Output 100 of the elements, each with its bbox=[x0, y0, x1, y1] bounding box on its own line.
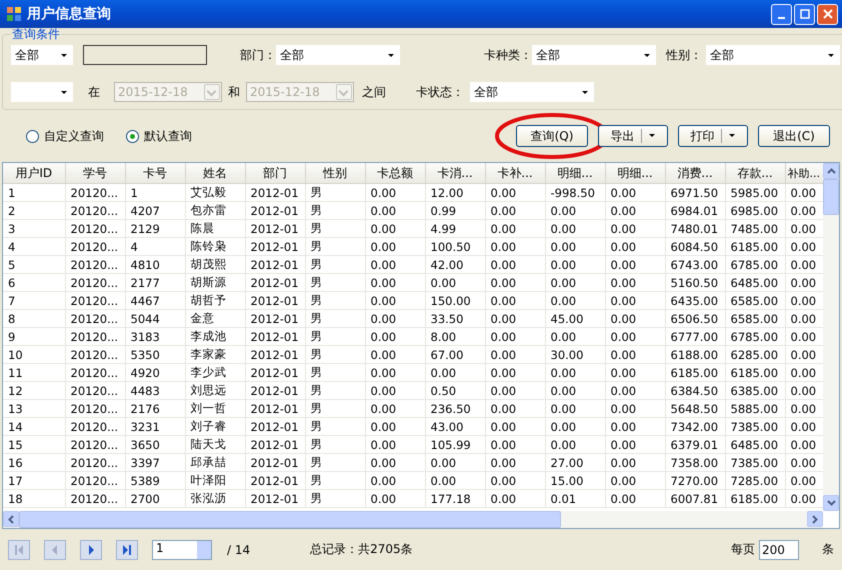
table-cell: 20120... bbox=[65, 400, 125, 418]
last-page-button[interactable] bbox=[116, 540, 138, 560]
column-header[interactable]: 用户ID bbox=[3, 163, 65, 184]
scroll-thumb[interactable] bbox=[19, 511, 561, 528]
table-cell: -998.50 bbox=[545, 184, 605, 202]
table-cell: 4467 bbox=[125, 292, 185, 310]
table-cell: 男 bbox=[305, 436, 365, 454]
table-cell: 2012-01 bbox=[245, 220, 305, 238]
table-cell: 0.00 bbox=[485, 418, 545, 436]
vertical-scrollbar[interactable] bbox=[823, 163, 839, 511]
department-dropdown[interactable]: 全部 bbox=[276, 45, 400, 65]
column-header[interactable]: 存款... bbox=[725, 163, 785, 184]
radio-option[interactable]: 默认查询 bbox=[126, 128, 192, 144]
table-cell: 5160.50 bbox=[665, 274, 725, 292]
column-header[interactable]: 部门 bbox=[245, 163, 305, 184]
table-cell: 20120... bbox=[65, 184, 125, 202]
table-cell: 14 bbox=[3, 418, 65, 436]
column-header[interactable]: 消费... bbox=[665, 163, 725, 184]
table-cell: 2129 bbox=[125, 220, 185, 238]
split-button[interactable]: 打印 bbox=[678, 125, 748, 147]
split-button[interactable]: 导出 bbox=[598, 125, 668, 147]
table-cell: 2012-01 bbox=[245, 292, 305, 310]
table-cell: 0.00 bbox=[485, 436, 545, 454]
table-cell: 0.00 bbox=[605, 238, 665, 256]
table-cell: 男 bbox=[305, 274, 365, 292]
close-icon bbox=[822, 9, 832, 19]
table-cell: 8 bbox=[3, 310, 65, 328]
table-cell: 0.00 bbox=[545, 238, 605, 256]
maximize-button[interactable] bbox=[794, 4, 815, 24]
table-cell: 2012-01 bbox=[245, 310, 305, 328]
table-cell: 6007.81 bbox=[665, 490, 725, 508]
table-cell: 20120... bbox=[65, 328, 125, 346]
column-header[interactable]: 卡补... bbox=[485, 163, 545, 184]
table-cell: 10 bbox=[3, 346, 65, 364]
column-header[interactable]: 性别 bbox=[305, 163, 365, 184]
column-header[interactable]: 卡总额 bbox=[365, 163, 425, 184]
table-cell: 6485.00 bbox=[725, 436, 785, 454]
table-cell: 3 bbox=[3, 220, 65, 238]
table-cell: 0.00 bbox=[545, 274, 605, 292]
table-cell: 0.00 bbox=[605, 490, 665, 508]
total-pages-text: / 14 bbox=[227, 542, 250, 556]
table-cell: 0.00 bbox=[365, 400, 425, 418]
page-number-field[interactable]: 1 bbox=[152, 540, 212, 560]
table-cell: 男 bbox=[305, 238, 365, 256]
column-header[interactable]: 补助... bbox=[785, 163, 823, 184]
horizontal-scrollbar[interactable] bbox=[3, 511, 823, 528]
card-status-dropdown[interactable]: 全部 bbox=[470, 82, 594, 102]
column-header[interactable]: 卡号 bbox=[125, 163, 185, 184]
table-cell: 3231 bbox=[125, 418, 185, 436]
card-type-label: 卡种类： bbox=[484, 46, 532, 64]
field-dropdown[interactable]: 全部 bbox=[11, 45, 73, 65]
table-cell: 0.00 bbox=[365, 364, 425, 382]
table-cell: 7285.00 bbox=[725, 472, 785, 490]
table-cell: 177.18 bbox=[425, 490, 485, 508]
table-cell: 胡茂熙 bbox=[185, 256, 245, 274]
column-header[interactable]: 学号 bbox=[65, 163, 125, 184]
date-field-dropdown[interactable] bbox=[11, 82, 73, 102]
table-cell: 2012-01 bbox=[245, 382, 305, 400]
table-cell: 6185.00 bbox=[725, 490, 785, 508]
table-cell: 0.00 bbox=[365, 274, 425, 292]
column-header[interactable]: 姓名 bbox=[185, 163, 245, 184]
table-cell: 0.00 bbox=[365, 418, 425, 436]
table-cell: 0.00 bbox=[365, 490, 425, 508]
button[interactable]: 查询(Q) bbox=[516, 125, 588, 147]
minimize-button[interactable] bbox=[771, 4, 792, 24]
table-cell: 12.00 bbox=[425, 184, 485, 202]
button[interactable]: 退出(C) bbox=[758, 125, 830, 147]
column-header[interactable]: 卡消... bbox=[425, 163, 485, 184]
table-cell: 0.00 bbox=[545, 256, 605, 274]
table-cell: 0.00 bbox=[605, 328, 665, 346]
table-cell: 0.01 bbox=[545, 490, 605, 508]
close-button[interactable] bbox=[817, 4, 838, 24]
card-type-dropdown[interactable]: 全部 bbox=[532, 45, 656, 65]
table-cell: 0.00 bbox=[605, 364, 665, 382]
table-cell: 6985.00 bbox=[725, 202, 785, 220]
table-cell: 0.00 bbox=[605, 472, 665, 490]
table-cell: 33.50 bbox=[425, 310, 485, 328]
table-cell: 0.00 bbox=[545, 364, 605, 382]
column-header[interactable]: 明细... bbox=[545, 163, 605, 184]
table-cell: 0.00 bbox=[605, 436, 665, 454]
table-cell: 2012-01 bbox=[245, 184, 305, 202]
gender-dropdown[interactable]: 全部 bbox=[706, 45, 840, 65]
column-header[interactable]: 明细... bbox=[605, 163, 665, 184]
next-page-button[interactable] bbox=[80, 540, 102, 560]
table-cell: 2012-01 bbox=[245, 400, 305, 418]
table-cell: 陈晨 bbox=[185, 220, 245, 238]
table-cell: 2012-01 bbox=[245, 472, 305, 490]
gender-label: 性别： bbox=[666, 46, 702, 64]
table-cell: 18 bbox=[3, 490, 65, 508]
radio-option[interactable]: 自定义查询 bbox=[26, 128, 104, 144]
per-page-field[interactable]: 200 bbox=[759, 540, 799, 560]
keyword-input-field[interactable] bbox=[83, 45, 207, 65]
table-cell: 100.50 bbox=[425, 238, 485, 256]
table-cell: 0.00 bbox=[485, 346, 545, 364]
scroll-thumb[interactable] bbox=[823, 179, 839, 215]
table-cell: 0.00 bbox=[485, 454, 545, 472]
table-cell: 7358.00 bbox=[665, 454, 725, 472]
table-cell: 7 bbox=[3, 292, 65, 310]
table-cell: 男 bbox=[305, 292, 365, 310]
table-cell: 0.00 bbox=[365, 310, 425, 328]
